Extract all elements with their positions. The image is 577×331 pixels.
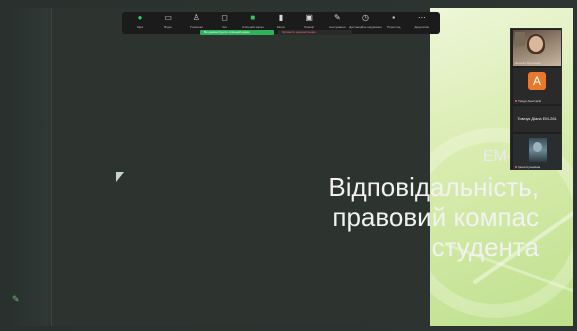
toolbar-label: Учасники [189,25,203,29]
record-button[interactable]: ▮ Запис [269,13,293,30]
toolbar-label: Реакції [304,25,314,29]
muted-mic-icon [515,166,517,168]
chat-icon: ◻ [221,13,228,22]
annotate-icon: ✎ [333,13,341,22]
slide-title-line: студента [431,232,539,262]
video-button[interactable]: ▭ Відео [156,13,180,30]
participant-name: Наталія Ярошенко [515,61,541,65]
chat-button[interactable]: ◻ Чат [213,13,237,30]
toolbar-label: Анотування [329,25,346,29]
title-accent-mark [116,172,124,182]
participant-name: Тимчук Діана ЕМ-261 [517,116,557,121]
share-screen-icon: ■ [250,13,256,22]
toolbar-label: Запис [276,25,286,29]
slide-title-line: Відповідальність, [328,172,539,202]
stop-share-button[interactable]: Зупинити демонстрацію [278,30,352,35]
slide-title-line: правовий компас [332,202,539,232]
toolbar-label: Перегляд [387,25,401,29]
participant-face [529,36,543,52]
participants-button[interactable]: ♙ Учасники [184,13,208,30]
sharing-indicator: Ви демонструєте спільний екран [200,30,274,35]
record-icon: ▮ [278,13,284,22]
remote-control-button[interactable]: ◷ Дистанційне керування [349,13,381,30]
layout-icon: ▪ [392,13,396,22]
background-picture [515,32,525,46]
participant-name: Тищук Анастасія [518,99,542,103]
more-icon: ⋯ [417,13,426,22]
slide-sidebar-panel [4,8,48,326]
toolbar-label: Відео [164,25,173,29]
audio-button[interactable]: ● Звук [128,13,152,30]
reactions-icon: ▣ [305,13,313,22]
toolbar-label: Звук [136,25,144,29]
toolbar-label: Чат [222,25,228,29]
sharing-status-bar: Ви демонструєте спільний екран Зупинити … [200,30,352,35]
pen-icon[interactable]: ✎ [12,294,22,304]
participant-name-row: Ірина Кузьмівна [515,165,540,169]
annotate-button[interactable]: ✎ Анотування [325,13,349,30]
more-button[interactable]: ⋯ Додатково [410,13,434,30]
participant-face [533,142,542,152]
participant-name-row: Тищук Анастасія [515,99,541,103]
video-icon: ▭ [164,13,172,22]
participant-video-tile[interactable]: Наталія Ярошенко [513,30,561,66]
slide-title: Відповідальність, правовий компас студен… [328,172,539,262]
slide-sidebar: ✎ [4,8,52,326]
share-screen-button[interactable]: ■ Спільний екран [241,13,265,30]
participants-icon: ♙ [192,13,200,22]
participant-name: Ірина Кузьмівна [518,165,541,169]
participants-panel: Наталія Ярошенко A Тищук Анастасія Тимчу… [510,28,562,170]
reactions-button[interactable]: ▣ Реакції [297,13,321,30]
microphone-icon: ● [137,13,143,22]
shared-screen: ✎ ЕМ-261 Відповідальність, правовий комп… [0,0,577,331]
participant-video-tile[interactable]: Ірина Кузьмівна [513,134,561,170]
avatar: A [528,72,546,90]
remote-control-icon: ◷ [362,13,369,22]
presentation-slide [52,8,430,326]
toolbar-label: Спільний екран [241,25,264,29]
participant-name-tile[interactable]: Тимчук Діана ЕМ-261 [513,106,561,132]
layout-button[interactable]: ▪ Перегляд [382,13,406,30]
toolbar-label: Додатково [414,25,430,29]
toolbar-label: Дистанційне керування [349,25,382,29]
participant-avatar-tile[interactable]: A Тищук Анастасія [513,68,561,104]
muted-mic-icon [515,100,517,102]
